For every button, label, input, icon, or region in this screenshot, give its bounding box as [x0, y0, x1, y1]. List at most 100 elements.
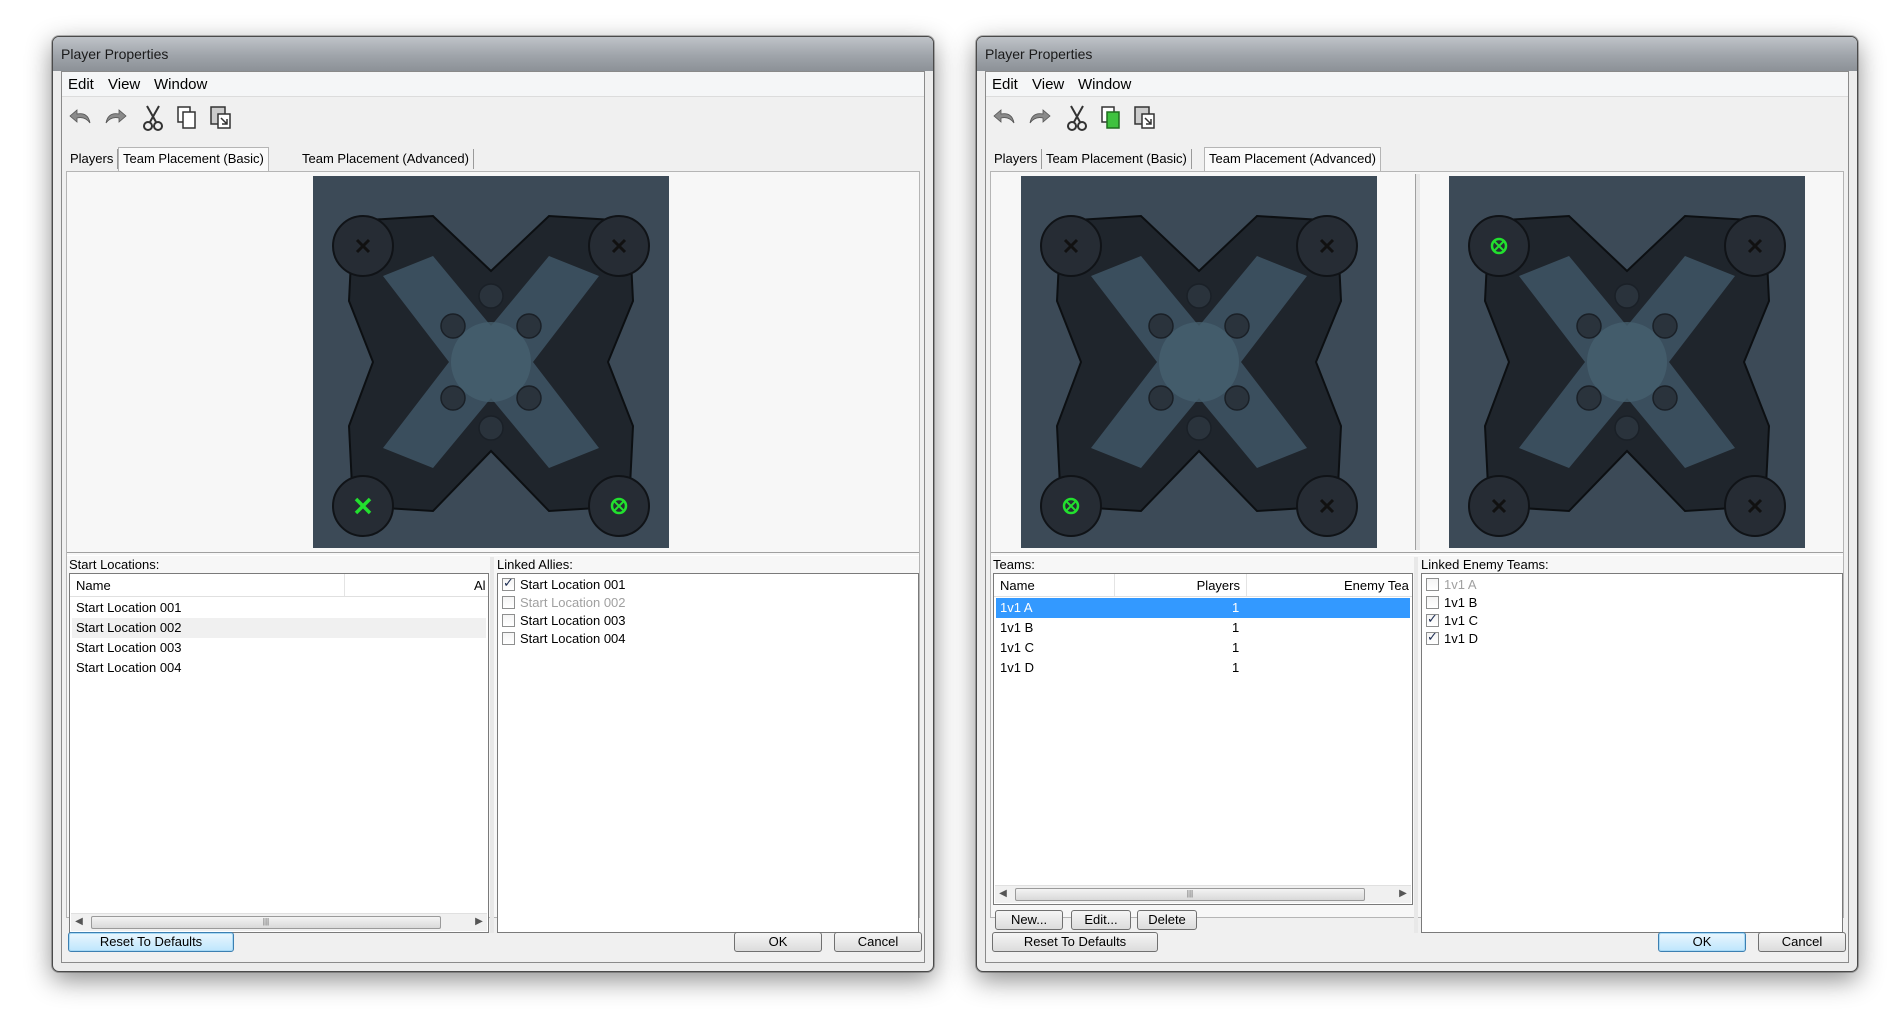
menu-edit[interactable]: Edit: [992, 76, 1018, 93]
scroll-left-icon[interactable]: ◀: [995, 888, 1011, 901]
checkbox[interactable]: [502, 632, 515, 645]
reset-to-defaults-button[interactable]: Reset To Defaults: [992, 932, 1158, 952]
checkbox-label: 1v1 C: [1444, 613, 1478, 628]
cut-icon[interactable]: [138, 103, 168, 133]
teams-label: Teams:: [993, 557, 1035, 572]
redo-icon[interactable]: [100, 103, 130, 133]
ok-button[interactable]: OK: [734, 932, 822, 952]
checkbox-label: Start Location 004: [520, 631, 626, 646]
list-item-name: Start Location 003: [76, 640, 182, 655]
checkbox: [502, 596, 515, 609]
title-bar[interactable]: Player Properties: [53, 37, 933, 71]
reset-to-defaults-button[interactable]: Reset To Defaults: [68, 932, 234, 952]
tab-team-placement-advanced[interactable]: Team Placement (Advanced): [1204, 147, 1381, 171]
window-client: Edit View Window Players Team Placement …: [61, 71, 925, 963]
tab-panel: Teams: Name Players Enemy Tea 1v1 A 1 1v…: [990, 171, 1844, 933]
tab-team-placement-basic[interactable]: Team Placement (Basic): [118, 147, 269, 171]
edit-team-button[interactable]: Edit...: [1071, 910, 1131, 930]
checkbox-label: Start Location 002: [520, 595, 626, 610]
linked-allies-list[interactable]: Start Location 001 Start Location 002 St…: [497, 573, 919, 933]
linked-enemy-teams-list[interactable]: 1v1 A 1v1 B 1v1 C 1v1 D: [1421, 573, 1843, 933]
copy-icon[interactable]: [172, 103, 202, 133]
undo-icon[interactable]: [990, 103, 1020, 133]
menu-edit[interactable]: Edit: [68, 76, 94, 93]
checkbox[interactable]: [502, 614, 515, 627]
enemy-map-preview[interactable]: [1449, 176, 1805, 548]
team-name: 1v1 D: [1000, 660, 1034, 675]
column-name[interactable]: Name: [1000, 578, 1035, 593]
column-allies[interactable]: Al: [474, 578, 486, 593]
map-terrain: [313, 176, 669, 548]
paste-icon[interactable]: [1130, 103, 1160, 133]
menu-view[interactable]: View: [108, 76, 140, 93]
checkbox[interactable]: [502, 575, 515, 591]
pane-splitter[interactable]: [490, 557, 494, 933]
tab-players[interactable]: Players: [990, 149, 1043, 169]
checkbox-label: 1v1 B: [1444, 595, 1478, 610]
checkbox[interactable]: [1426, 611, 1439, 627]
delete-team-button[interactable]: Delete: [1137, 910, 1197, 930]
start-locations-list[interactable]: Name Al Start Location 001 Start Locatio…: [69, 573, 489, 933]
scroll-thumb[interactable]: |||: [1015, 888, 1365, 901]
checkbox[interactable]: [1426, 629, 1439, 645]
undo-icon[interactable]: [66, 103, 96, 133]
ok-button[interactable]: OK: [1658, 932, 1746, 952]
list-item[interactable]: Start Location 003: [72, 638, 486, 658]
tab-team-placement-advanced[interactable]: Team Placement (Advanced): [298, 149, 474, 169]
scroll-right-icon[interactable]: ▶: [471, 916, 487, 929]
column-divider: [1246, 574, 1247, 596]
scroll-left-icon[interactable]: ◀: [71, 916, 87, 929]
team-name: 1v1 A: [1000, 600, 1033, 615]
map-splitter[interactable]: [1415, 174, 1420, 550]
toolbar: [62, 97, 924, 139]
menu-window[interactable]: Window: [154, 76, 207, 93]
map-preview[interactable]: [313, 176, 669, 548]
paste-icon[interactable]: [206, 103, 236, 133]
column-players[interactable]: Players: [1190, 578, 1240, 593]
tab-players[interactable]: Players: [66, 149, 119, 169]
column-enemy-teams[interactable]: Enemy Tea: [1344, 578, 1410, 593]
team-players: 1: [1232, 660, 1240, 675]
team-name: 1v1 B: [1000, 620, 1034, 635]
checkbox[interactable]: [1426, 596, 1439, 609]
list-item[interactable]: Start Location 004: [72, 658, 486, 678]
column-name[interactable]: Name: [76, 578, 111, 593]
cut-icon[interactable]: [1062, 103, 1092, 133]
scroll-right-icon[interactable]: ▶: [1395, 888, 1411, 901]
list-item[interactable]: Start Location 001: [72, 598, 486, 618]
list-item[interactable]: Start Location 002: [72, 618, 486, 638]
horizontal-scrollbar[interactable]: ◀ ||| ▶: [71, 913, 487, 931]
redo-icon[interactable]: [1024, 103, 1054, 133]
pane-splitter[interactable]: [1414, 557, 1418, 933]
checkbox-label: 1v1 A: [1444, 577, 1477, 592]
table-row[interactable]: 1v1 D 1: [996, 658, 1410, 678]
tab-team-placement-basic[interactable]: Team Placement (Basic): [1042, 149, 1192, 169]
table-row[interactable]: 1v1 A 1: [996, 598, 1410, 618]
checkbox: [1426, 578, 1439, 591]
cancel-button[interactable]: Cancel: [834, 932, 922, 952]
list-header: Name Al: [70, 574, 488, 597]
new-team-button[interactable]: New...: [995, 910, 1063, 930]
horizontal-scrollbar[interactable]: ◀ ||| ▶: [995, 885, 1411, 903]
scroll-thumb[interactable]: |||: [91, 916, 441, 929]
menu-window[interactable]: Window: [1078, 76, 1131, 93]
checkbox-label: Start Location 003: [520, 613, 626, 628]
window-title: Player Properties: [985, 46, 1093, 62]
tab-panel: Start Locations: Name Al Start Location …: [66, 171, 920, 933]
title-bar[interactable]: Player Properties: [977, 37, 1857, 71]
linked-allies-label: Linked Allies:: [497, 557, 573, 572]
player-properties-window-advanced: Player Properties Edit View Window Playe…: [976, 36, 1858, 972]
teams-list[interactable]: Name Players Enemy Tea 1v1 A 1 1v1 B 1 1…: [993, 573, 1413, 905]
table-row[interactable]: 1v1 B 1: [996, 618, 1410, 638]
cancel-button[interactable]: Cancel: [1758, 932, 1846, 952]
map-terrain: [1449, 176, 1805, 548]
team-name: 1v1 C: [1000, 640, 1034, 655]
column-divider: [1114, 574, 1115, 596]
team-map-preview[interactable]: [1021, 176, 1377, 548]
window-title: Player Properties: [61, 46, 169, 62]
menu-view[interactable]: View: [1032, 76, 1064, 93]
tab-strip: Players Team Placement (Basic) Team Plac…: [66, 147, 920, 171]
checkbox-label: Start Location 001: [520, 577, 626, 592]
table-row[interactable]: 1v1 C 1: [996, 638, 1410, 658]
copy-icon[interactable]: [1096, 103, 1126, 133]
